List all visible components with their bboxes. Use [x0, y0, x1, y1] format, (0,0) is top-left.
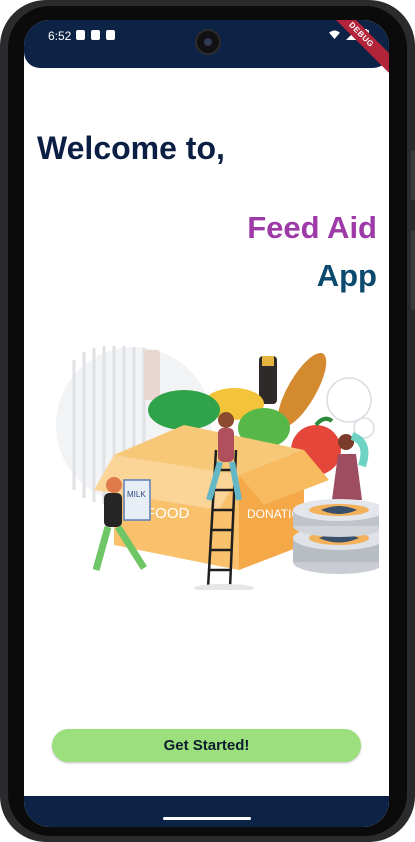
- app-word-heading: App: [316, 258, 377, 293]
- ground-shadow: [194, 584, 254, 590]
- food-donation-illustration: FOOD DONATION MILK: [56, 346, 379, 590]
- wifi-icon: [329, 30, 340, 39]
- get-started-button[interactable]: Get Started!: [52, 729, 361, 762]
- sd-card-icon: [91, 30, 100, 40]
- app-screen: 6:52 DEBUG Welcome to, Feed Aid App FOOD…: [24, 20, 389, 827]
- app-name-heading: Feed Aid: [247, 210, 377, 245]
- deco-circle: [326, 377, 372, 423]
- home-indicator[interactable]: [163, 817, 251, 820]
- milk-label: MILK: [127, 490, 146, 499]
- notification-icons: [76, 30, 115, 40]
- navigation-bar: [24, 796, 389, 827]
- volume-button: [411, 150, 415, 200]
- sardine-cans: [293, 499, 379, 574]
- front-camera: [195, 29, 221, 55]
- font-icon: [106, 30, 115, 40]
- power-button: [411, 230, 415, 310]
- debug-banner: DEBUG: [323, 20, 389, 73]
- status-bar: 6:52 DEBUG: [24, 20, 389, 73]
- shield-icon: [76, 30, 85, 40]
- status-time: 6:52: [48, 29, 72, 43]
- box-label-food: FOOD: [146, 505, 189, 522]
- welcome-heading: Welcome to,: [37, 130, 225, 166]
